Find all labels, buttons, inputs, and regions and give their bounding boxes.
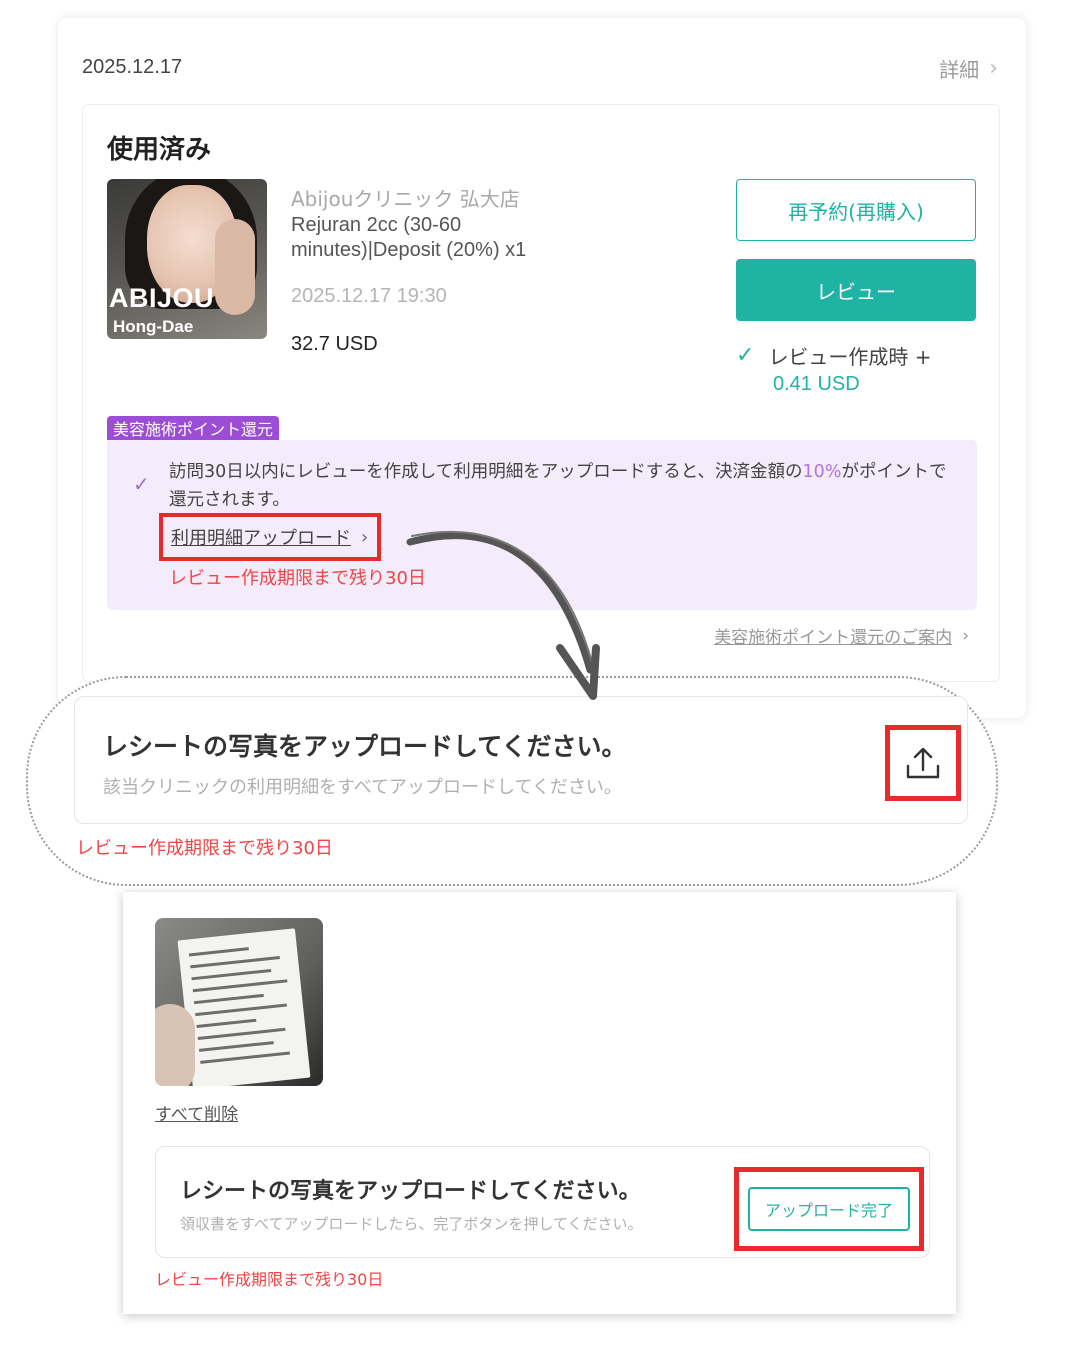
thumbnail-sub: Hong-Dae: [113, 317, 194, 336]
upload-prompt-subtitle: 該当クリニックの利用明細をすべてアップロードしてください。: [103, 777, 622, 798]
clinic-name: Abijouクリニック 弘大店: [291, 187, 520, 211]
upload-complete-title: レシートの写真をアップロードしてください。: [180, 1179, 641, 1204]
highlight-frame: アップロード完了: [734, 1167, 924, 1251]
review-deadline: レビュー作成期限まで残り30日: [76, 838, 333, 859]
upload-button[interactable]: [885, 725, 961, 801]
receipt-thumbnail[interactable]: [155, 918, 323, 1086]
upload-prompt-callout: レシートの写真をアップロードしてください。 該当クリニックの利用明細をすべてアッ…: [26, 676, 998, 886]
order-status: 使用済み: [107, 135, 212, 165]
points-panel: ✓ 訪問30日以内にレビューを作成して利用明細をアップロードすると、決済金額の1…: [107, 440, 977, 610]
product-name: Rejuran 2cc (30-60 minutes)|Deposit (20%…: [291, 214, 527, 261]
upload-icon: [906, 747, 940, 779]
review-deadline: レビュー作成期限まで残り30日: [169, 568, 426, 589]
rebook-button[interactable]: 再予約(再購入): [736, 179, 976, 241]
upload-complete-button[interactable]: アップロード完了: [748, 1187, 910, 1231]
clinic-thumbnail[interactable]: ABIJOU Hong-Dae: [107, 179, 267, 339]
points-guide-label: 美容施術ポイント還元のご案内: [714, 628, 953, 648]
upload-complete-card: レシートの写真をアップロードしてください。 領収書をすべてアップロードしたら、完…: [155, 1146, 930, 1258]
upload-statement-label: 利用明細アップロード: [171, 528, 351, 549]
delete-all-link[interactable]: すべて削除: [155, 1100, 238, 1125]
reward-amount: 0.41 USD: [773, 373, 860, 395]
upload-complete-subtitle: 領収書をすべてアップロードしたら、完了ボタンを押してください。: [180, 1215, 643, 1233]
thumbnail-brand: ABIJOU: [109, 283, 215, 313]
points-guide-link[interactable]: 美容施術ポイント還元のご案内 ›: [714, 623, 969, 649]
points-description: 訪問30日以内にレビューを作成して利用明細をアップロードすると、決済金額の10%…: [169, 462, 947, 510]
review-button[interactable]: レビュー: [736, 259, 976, 321]
reward-text: レビュー作成時 +: [768, 345, 932, 369]
upload-prompt-title: レシートの写真をアップロードしてください。: [103, 732, 627, 761]
chevron-right-icon: ›: [962, 625, 969, 646]
order-item-box: 使用済み ABIJOU Hong-Dae Abijouクリニック 弘大店 Rej…: [82, 104, 1000, 682]
chevron-right-icon: ›: [361, 526, 369, 548]
upload-statement-link[interactable]: 利用明細アップロード ›: [159, 513, 381, 561]
upload-receipt-card: レシートの写真をアップロードしてください。 該当クリニックの利用明細をすべてアッ…: [74, 696, 968, 824]
price: 32.7 USD: [291, 333, 378, 355]
check-icon: ✓: [133, 472, 150, 496]
order-date: 2025.12.17: [82, 56, 183, 78]
detail-link[interactable]: 詳細 ›: [939, 54, 998, 83]
order-card: 2025.12.17 詳細 › 使用済み ABIJOU Hong-Dae Abi…: [58, 18, 1026, 718]
review-deadline: レビュー作成期限まで残り30日: [155, 1270, 384, 1289]
review-reward: ✓ レビュー作成時 +: [736, 341, 932, 370]
chevron-right-icon: ›: [989, 56, 998, 81]
uploaded-receipt-card: すべて削除 レシートの写真をアップロードしてください。 領収書をすべてアップロー…: [123, 892, 956, 1314]
visit-datetime: 2025.12.17 19:30: [291, 285, 447, 307]
detail-label: 詳細: [939, 58, 980, 82]
check-icon: ✓: [736, 343, 755, 368]
points-percent: 10%: [802, 462, 842, 482]
